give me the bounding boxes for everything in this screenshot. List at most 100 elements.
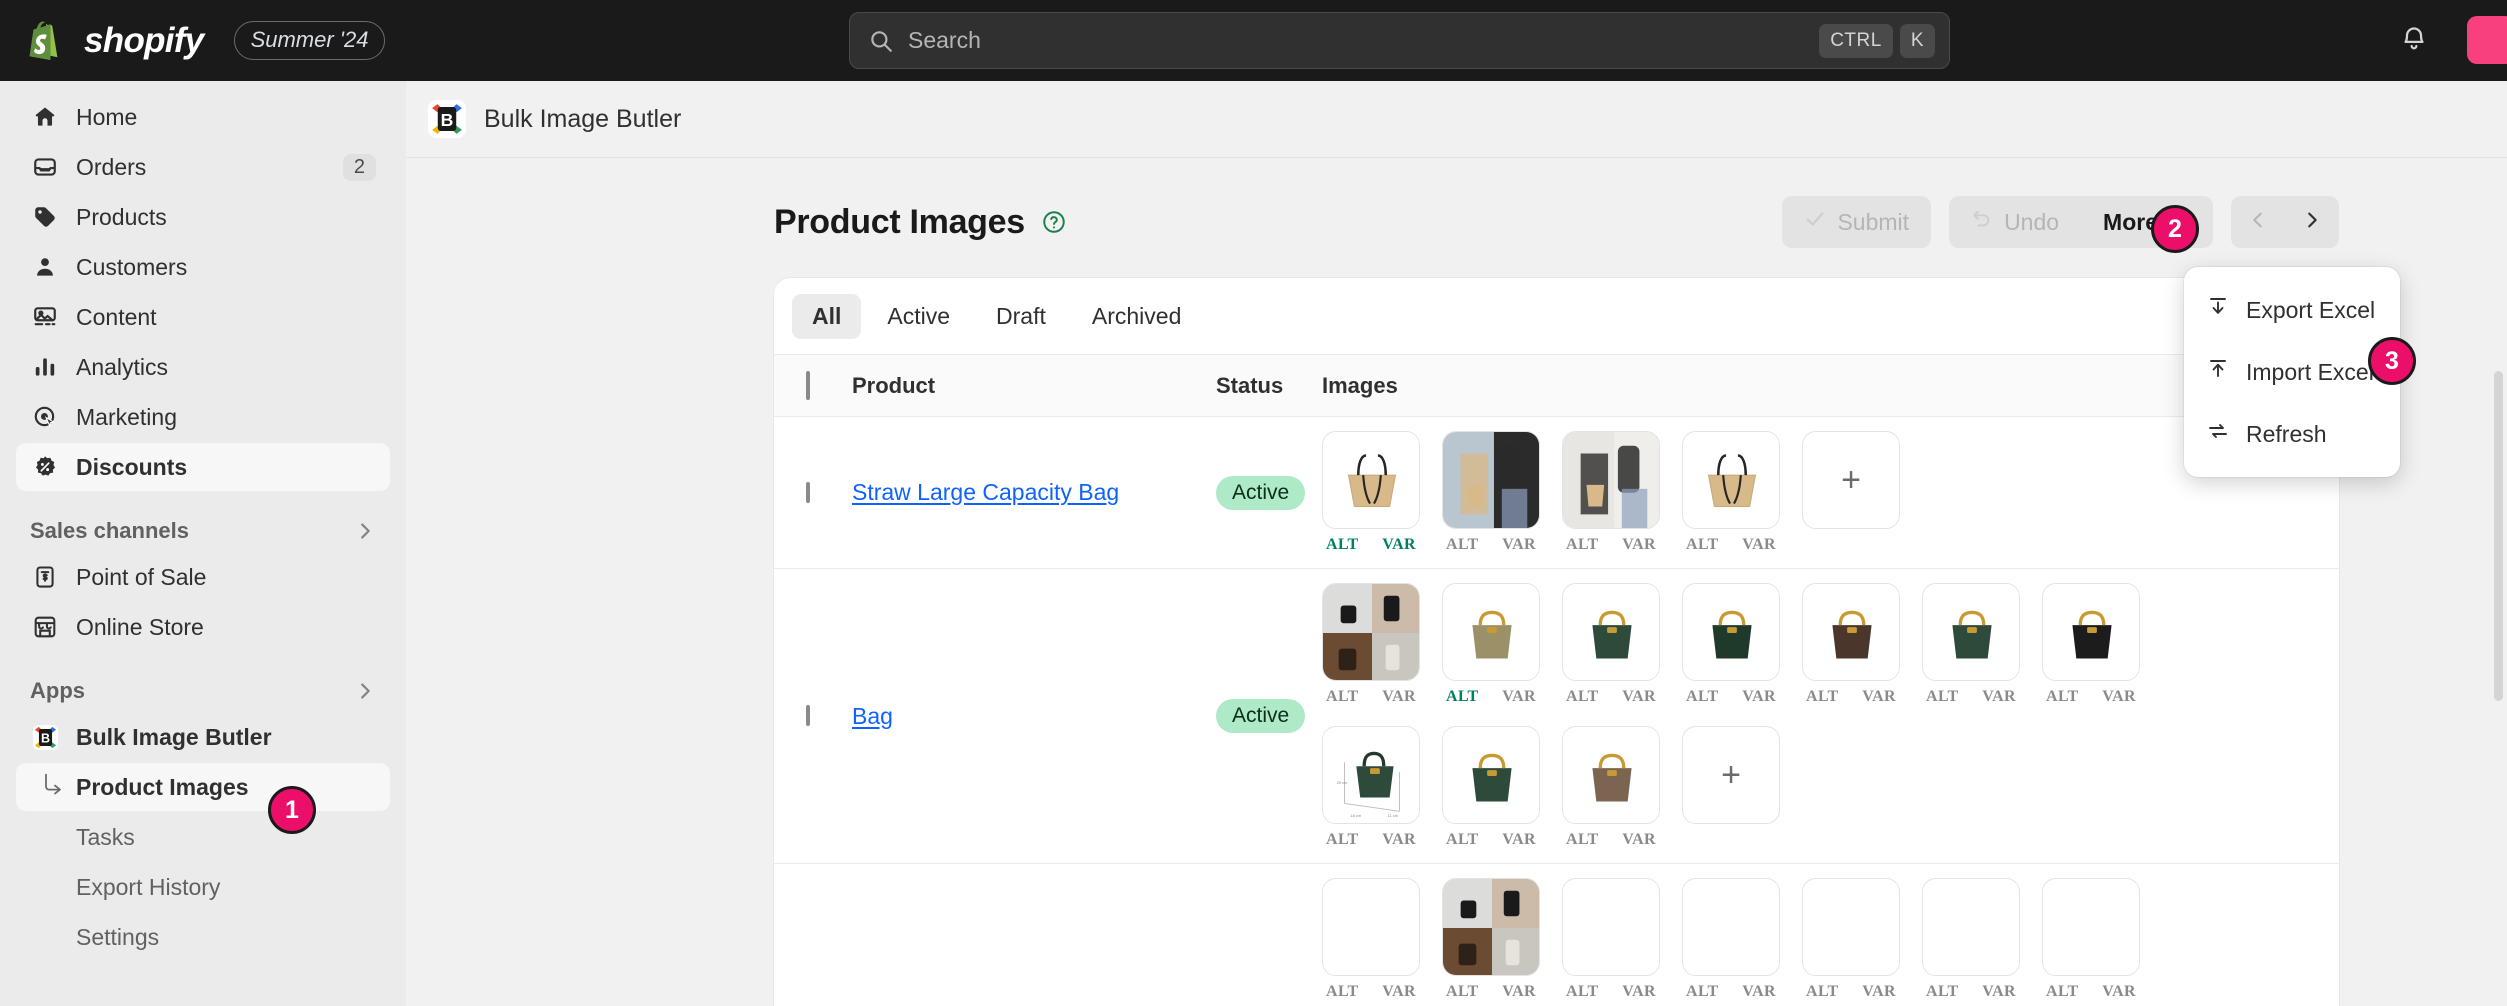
var-tag[interactable]: VAR [2102,983,2136,1001]
image-thumbnail[interactable]: ALT VAR [1682,431,1780,554]
tab-draft[interactable]: Draft [976,294,1066,339]
sidebar-item-marketing[interactable]: Marketing [16,393,390,441]
alt-tag[interactable]: ALT [1446,536,1479,554]
image-thumbnail[interactable]: ALT VAR [1322,878,1420,1001]
alt-tag[interactable]: ALT [1566,831,1599,849]
next-page-button[interactable] [2285,196,2339,248]
tab-archived[interactable]: Archived [1072,294,1201,339]
alt-tag[interactable]: ALT [1686,536,1719,554]
product-link[interactable]: Straw Large Capacity Bag [852,479,1119,505]
thumbnail-image[interactable] [1682,878,1780,976]
alt-tag[interactable]: ALT [1806,983,1839,1001]
row-checkbox[interactable] [806,482,810,503]
var-tag[interactable]: VAR [1382,536,1416,554]
thumbnail-image[interactable] [1682,583,1780,681]
image-thumbnail[interactable]: ALT VAR [1322,583,1420,706]
var-tag[interactable]: VAR [1502,536,1536,554]
thumbnail-image[interactable] [2042,583,2140,681]
season-badge[interactable]: Summer '24 [234,21,386,60]
thumbnail-image[interactable] [1562,431,1660,529]
menu-item-export-excel[interactable]: Export Excel [2184,279,2400,341]
var-tag[interactable]: VAR [1622,536,1656,554]
sidebar-item-bulk-image-butler[interactable]: B Bulk Image Butler [16,713,390,761]
alt-tag[interactable]: ALT [1566,983,1599,1001]
sidebar-item-point-of-sale[interactable]: Point of Sale [16,553,390,601]
var-tag[interactable]: VAR [1862,983,1896,1001]
image-thumbnail[interactable]: ALT VAR [1802,583,1900,706]
image-thumbnail[interactable]: 25 cm 18 cm 11 cm ALT VAR [1322,726,1420,849]
alt-tag[interactable]: ALT [1926,983,1959,1001]
sidebar-item-product-images[interactable]: Product Images [16,763,390,811]
sidebar-item-customers[interactable]: Customers [16,243,390,291]
sidebar-item-analytics[interactable]: Analytics [16,343,390,391]
var-tag[interactable]: VAR [1862,688,1896,706]
menu-item-import-excel[interactable]: Import Excel [2184,341,2400,403]
thumbnail-image[interactable] [1322,583,1420,681]
vertical-scrollbar[interactable] [2494,81,2505,1006]
search-bar[interactable]: CTRL K [849,12,1950,69]
sidebar-item-products[interactable]: Products [16,193,390,241]
add-image-button[interactable]: + [1682,726,1780,824]
image-thumbnail[interactable]: ALT VAR [1322,431,1420,554]
image-thumbnail[interactable]: ALT VAR [1682,878,1780,1001]
var-tag[interactable]: VAR [1982,983,2016,1001]
sidebar-item-home[interactable]: Home [16,93,390,141]
image-thumbnail[interactable]: ALT VAR [1802,878,1900,1001]
sidebar-item-settings[interactable]: Settings [16,913,390,961]
var-tag[interactable]: VAR [1742,536,1776,554]
alt-tag[interactable]: ALT [1686,983,1719,1001]
image-thumbnail[interactable]: ALT VAR [1442,878,1540,1001]
image-thumbnail[interactable]: ALT VAR [1442,431,1540,554]
var-tag[interactable]: VAR [1502,688,1536,706]
thumbnail-image[interactable] [1442,726,1540,824]
alt-tag[interactable]: ALT [1446,983,1479,1001]
alt-tag[interactable]: ALT [1446,688,1479,706]
thumbnail-image[interactable] [2042,878,2140,976]
tab-all[interactable]: All [792,294,861,339]
alt-tag[interactable]: ALT [2046,688,2079,706]
prev-page-button[interactable] [2231,196,2285,248]
image-thumbnail[interactable]: ALT VAR [1562,583,1660,706]
alt-tag[interactable]: ALT [1446,831,1479,849]
thumbnail-image[interactable] [1802,878,1900,976]
var-tag[interactable]: VAR [1382,688,1416,706]
image-thumbnail[interactable]: ALT VAR [1922,583,2020,706]
alt-tag[interactable]: ALT [1926,688,1959,706]
row-checkbox[interactable] [806,705,810,726]
sidebar-item-orders[interactable]: Orders 2 [16,143,390,191]
submit-button[interactable]: Submit [1782,196,1931,248]
thumbnail-image[interactable] [1802,583,1900,681]
tab-active[interactable]: Active [867,294,970,339]
notifications-button[interactable] [2391,18,2437,64]
thumbnail-image[interactable] [1562,726,1660,824]
avatar[interactable] [2467,16,2507,64]
thumbnail-image[interactable] [1682,431,1780,529]
image-thumbnail[interactable]: ALT VAR [1922,878,2020,1001]
alt-tag[interactable]: ALT [1566,688,1599,706]
var-tag[interactable]: VAR [1382,831,1416,849]
alt-tag[interactable]: ALT [1566,536,1599,554]
var-tag[interactable]: VAR [1742,688,1776,706]
image-thumbnail[interactable]: ALT VAR [1682,583,1780,706]
var-tag[interactable]: VAR [1622,983,1656,1001]
brand[interactable]: shopify Summer '24 [0,19,385,63]
scrollbar-thumb[interactable] [2494,371,2503,701]
image-thumbnail[interactable]: ALT VAR [1442,583,1540,706]
thumbnail-image[interactable] [1442,878,1540,976]
product-link[interactable]: Bag [852,703,893,729]
thumbnail-image[interactable]: 25 cm 18 cm 11 cm [1322,726,1420,824]
image-thumbnail[interactable]: ALT VAR [1562,431,1660,554]
thumbnail-image[interactable] [1442,431,1540,529]
thumbnail-image[interactable] [1322,431,1420,529]
thumbnail-image[interactable] [1322,878,1420,976]
image-thumbnail[interactable]: ALT VAR [2042,878,2140,1001]
image-thumbnail[interactable]: ALT VAR [1442,726,1540,849]
alt-tag[interactable]: ALT [1686,688,1719,706]
alt-tag[interactable]: ALT [1326,831,1359,849]
sidebar-item-online-store[interactable]: Online Store [16,603,390,651]
var-tag[interactable]: VAR [1742,983,1776,1001]
thumbnail-image[interactable] [1922,878,2020,976]
select-all-checkbox[interactable] [806,371,810,400]
sidebar-item-export-history[interactable]: Export History [16,863,390,911]
alt-tag[interactable]: ALT [1326,536,1359,554]
